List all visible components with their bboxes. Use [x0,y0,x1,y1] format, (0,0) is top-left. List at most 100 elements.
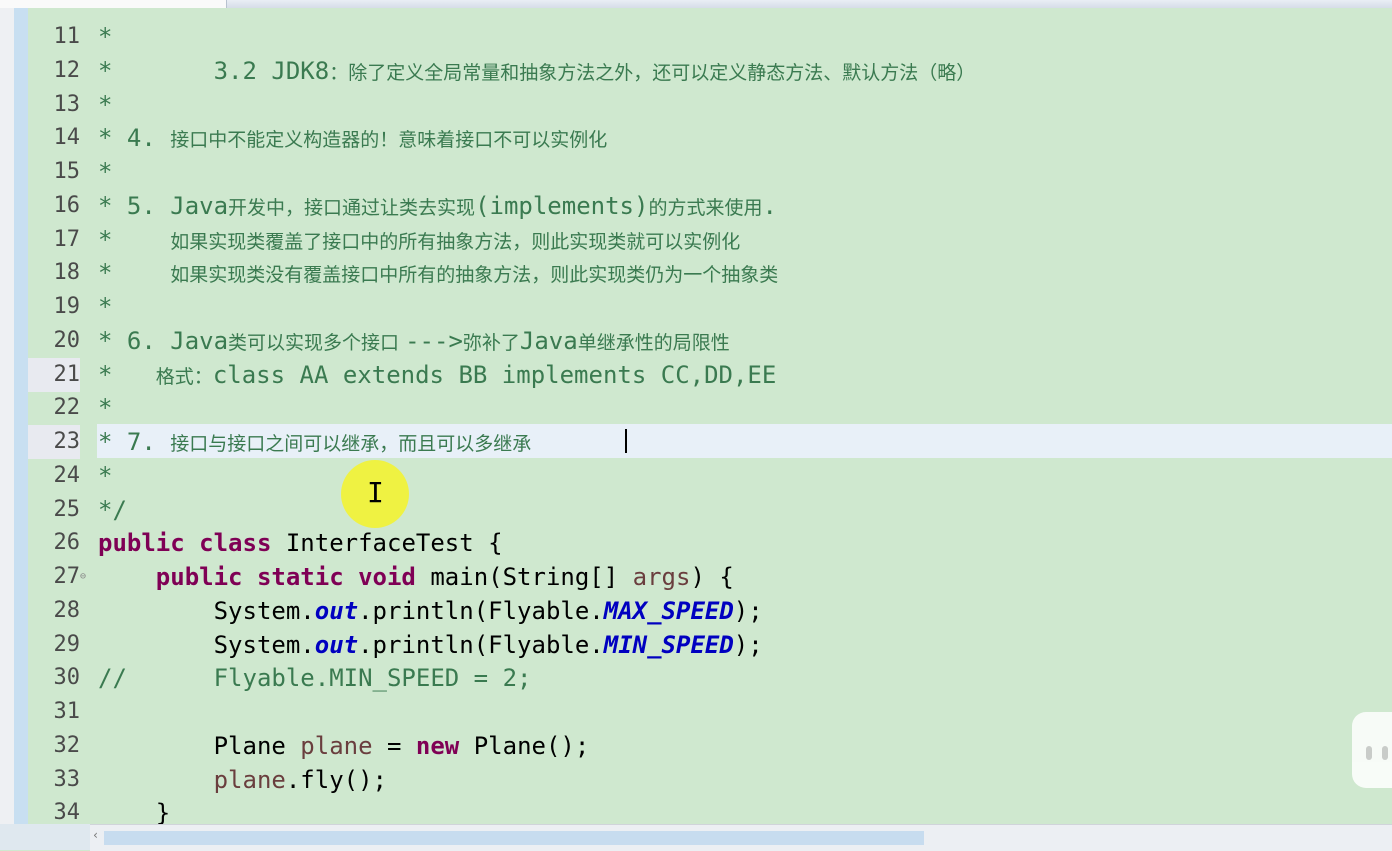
code-token: MAX_SPEED [603,596,734,625]
code-token: 开发中，接口通过让类去实现 [228,196,476,219]
code-line-22[interactable]: * [98,391,112,425]
scroll-left-arrow-icon[interactable]: ‹ [92,828,99,842]
code-token: * 6. Java [98,326,229,355]
line-number-22: 22 [53,395,81,421]
code-token: System. [98,630,315,659]
code-line-28[interactable]: System.out.println(Flyable.MAX_SPEED); [98,594,763,628]
line-number-26: 26 [53,530,81,556]
code-token: class AA extends BB implements CC,DD,EE [212,360,777,389]
code-line-24[interactable]: * [98,459,112,493]
code-token: Plane(); [459,731,590,760]
code-token: public static void [98,563,431,591]
code-token: // Flyable.MIN_SPEED = 2; [98,664,532,693]
line-number-21: 21 [28,357,80,392]
code-line-14[interactable]: * 4. 接口中不能定义构造器的！意味着接口不可以实例化 [98,121,607,155]
code-line-26[interactable]: public class InterfaceTest { [98,526,503,560]
code-line-21[interactable]: * 格式：class AA extends BB implements CC,D… [98,358,776,392]
line-number-12: 12 [53,57,81,83]
code-line-11[interactable]: * [98,20,112,54]
code-token: . [762,191,777,220]
code-line-17[interactable]: * 如果实现类覆盖了接口中的所有抽象方法，则此实现类就可以实例化 [98,223,740,257]
code-line-12[interactable]: * 3.2 JDK8：除了定义全局常量和抽象方法之外，还可以定义静态方法、默认方… [98,54,975,88]
line-number-13: 13 [53,91,81,117]
code-token: * 4. [98,124,171,153]
code-token: args [632,563,691,591]
code-token: * [98,293,113,321]
code-token: * [98,225,171,254]
code-token: .println(Flyable. [358,596,604,625]
line-number-16: 16 [53,192,81,218]
code-token: * 7. [98,428,171,456]
code-token: public class [98,529,286,558]
code-token: ---> [405,326,463,355]
code-line-33[interactable]: plane.fly(); [98,763,387,797]
code-token: out [314,596,359,625]
code-token: * 3.2 JDK8 [98,56,330,85]
code-line-27[interactable]: public static void main(String[] args) { [98,560,734,594]
ibeam-cursor-icon: I [367,476,384,509]
code-line-20[interactable]: * 6. Java类可以实现多个接口 --->弥补了Java单继承性的局限性 [98,324,730,358]
code-token: * [98,461,113,490]
code-token: plane [300,731,373,760]
code-token: out [314,630,359,659]
code-token: */ [98,495,127,524]
code-token: ：除了定义全局常量和抽象方法之外，还可以定义静态方法、默认方法（略） [329,61,976,84]
code-token: main(String[] [430,563,633,591]
line-number-25: 25 [53,496,81,522]
code-token: * 5. Java [98,191,229,220]
horizontal-scrollbar-thumb[interactable] [104,831,924,845]
code-token: 格式： [155,365,213,388]
line-number-31: 31 [53,699,81,724]
code-token: InterfaceTest { [285,529,503,558]
code-token: * [98,90,113,119]
code-token: = [372,731,416,760]
code-token: 如果实现类没有覆盖接口中所有的抽象方法，则此实现类仍为一个抽象类 [170,264,779,287]
code-line-32[interactable]: Plane plane = new Plane(); [98,729,590,763]
code-token: * [98,23,113,51]
line-number-19: 19 [53,294,81,319]
line-number-23: 23 [28,425,80,459]
code-token: 弥补了 [462,331,520,354]
editor-tab[interactable] [0,0,227,8]
code-token: Java [519,326,578,355]
line-number-24: 24 [53,462,81,488]
code-token: ); [733,630,763,659]
collapse-icon[interactable]: ⊖ [80,560,90,594]
overview-ruler [14,8,28,824]
code-token: new [415,731,460,760]
code-token: * [98,158,113,186]
code-token: System. [98,596,315,625]
line-number-20: 20 [53,327,81,353]
line-number-33: 33 [53,766,81,792]
line-number-18: 18 [53,260,81,286]
code-line-16[interactable]: * 5. Java开发中，接口通过让类去实现(implements)的方式来使用… [98,189,777,223]
line-number-15: 15 [53,159,81,184]
line-number-28: 28 [53,597,81,623]
code-token: Plane [98,731,301,760]
code-token: 接口中不能定义构造器的！意味着接口不可以实例化 [170,129,608,152]
editor-tab-bar [0,0,1392,8]
code-line-23[interactable]: * 7. 接口与接口之间可以继承，而且可以多继承 [98,425,531,459]
code-token: 类可以实现多个接口 [228,331,406,354]
code-line-30[interactable]: // Flyable.MIN_SPEED = 2; [98,661,531,695]
line-number-27: 27 [53,564,81,589]
code-line-29[interactable]: System.out.println(Flyable.MIN_SPEED); [98,628,763,662]
left-margin [0,8,14,824]
line-number-14: 14 [53,125,81,151]
code-token: 如果实现类覆盖了接口中的所有抽象方法，则此实现类就可以实例化 [170,230,741,253]
code-line-18[interactable]: * 如果实现类没有覆盖接口中所有的抽象方法，则此实现类仍为一个抽象类 [98,256,778,290]
code-token: ) { [690,563,734,591]
tv-watermark-icon [1352,712,1392,788]
line-number-29: 29 [53,631,81,657]
code-token: ); [733,596,763,625]
code-token: .fly(); [285,765,387,794]
code-line-15[interactable]: * [98,155,112,189]
code-line-25[interactable]: */ [98,493,127,527]
horizontal-scrollbar[interactable]: ‹ [90,824,1392,851]
code-line-13[interactable]: * [98,88,112,122]
code-token: plane [213,765,286,794]
code-token: * [98,259,171,288]
code-token: 接口与接口之间可以继承，而且可以多继承 [170,433,532,455]
code-line-19[interactable]: * [98,290,112,324]
